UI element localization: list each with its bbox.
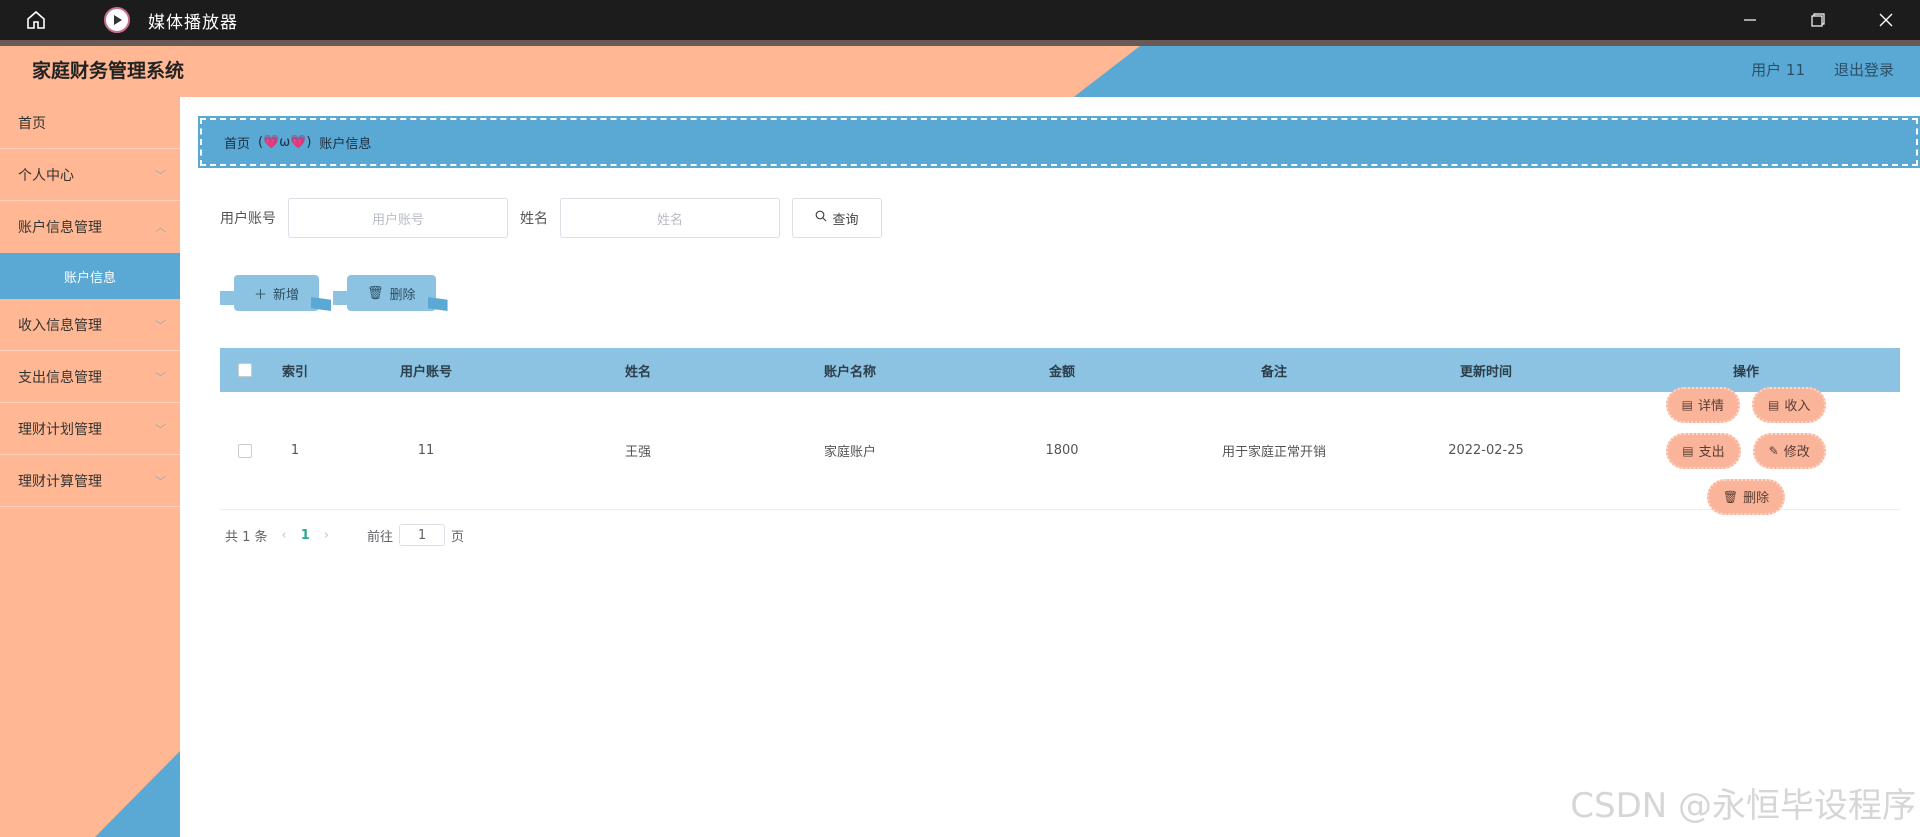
detail-button[interactable]: ▤ 详情 (1665, 386, 1740, 423)
page-suffix: 页 (451, 529, 465, 545)
header-account: 用户账号 (399, 364, 452, 380)
chevron-down-icon: ﹀ (155, 474, 166, 488)
income-button[interactable]: ▤ 收入 (1752, 386, 1827, 423)
chevron-down-icon: ﹀ (155, 318, 166, 332)
name-label: 姓名 (520, 211, 548, 227)
sidebar-item-label: 账户信息管理 (18, 220, 102, 236)
pagination-total: 共 1 条 (225, 529, 268, 545)
restore-button[interactable] (1784, 0, 1852, 40)
system-title: 家庭财务管理系统 (32, 60, 185, 82)
chevron-up-icon: ︿ (155, 221, 166, 234)
sidebar-item-label: 支出信息管理 (18, 369, 102, 386)
toolbar: ＋ 新增 🗑 删除 (220, 275, 450, 311)
add-button[interactable]: ＋ 新增 (220, 275, 332, 311)
row-delete-button-label: 删除 (1743, 491, 1770, 506)
query-button[interactable]: 查询 (792, 198, 882, 238)
sidebar-corner-decoration (95, 751, 180, 837)
chevron-down-icon: ﹀ (155, 422, 166, 436)
account-table: 索引 用户账号 姓名 账户名称 金额 备注 更新时间 操作 1 11 王强 家庭… (220, 348, 1900, 515)
media-player-icon (104, 7, 130, 33)
cell-amount: 1800 (1045, 443, 1079, 458)
expense-button-label: 支出 (1698, 445, 1725, 460)
search-form: 用户账号 用户账号 姓名 姓名 查询 (220, 198, 882, 238)
cell-account: 11 (417, 443, 435, 458)
query-button-label: 查询 (832, 212, 859, 228)
header-note: 备注 (1260, 364, 1287, 380)
chevron-down-icon: ﹀ (155, 168, 166, 182)
cell-note: 用于家庭正常开销 (1221, 445, 1326, 460)
sidebar-subitem-account-info[interactable]: 账户信息 (0, 253, 180, 299)
row-checkbox[interactable] (238, 443, 252, 458)
breadcrumb-separator: (💗ω💗) (258, 134, 312, 150)
cell-name: 王强 (624, 445, 651, 460)
header-index: 索引 (281, 364, 308, 380)
goto-page-input[interactable]: 1 (399, 524, 446, 546)
plus-icon: ＋ (254, 287, 268, 303)
table-row: 1 11 王强 家庭账户 1800 用于家庭正常开销 2022-02-25 ▤ … (220, 386, 1900, 515)
sidebar-item-home[interactable]: 首页 (0, 97, 180, 149)
document-icon: ▤ (1768, 397, 1780, 412)
document-icon: ▤ (1681, 397, 1693, 412)
expense-button[interactable]: ▤ 支出 (1666, 432, 1741, 469)
goto-label: 前往 (367, 529, 394, 545)
watermark: CSDN @永恒毕设程序 (1570, 786, 1916, 826)
page-number[interactable]: 1 (301, 528, 310, 543)
pencil-icon: ✎ (1768, 443, 1779, 458)
account-search-input[interactable]: 用户账号 (288, 198, 508, 238)
breadcrumb-home[interactable]: 首页 (224, 133, 250, 152)
sidebar-item-label: 理财计算管理 (18, 473, 102, 490)
cell-updated: 2022-02-25 (1448, 443, 1524, 458)
app-header: 家庭财务管理系统 用户 11 退出登录 (0, 40, 1920, 97)
sidebar-item-income-management[interactable]: 收入信息管理 ﹀ (0, 299, 180, 351)
detail-button-label: 详情 (1697, 399, 1724, 414)
chevron-right-icon[interactable]: › (324, 528, 329, 543)
current-user: 用户 11 (1751, 61, 1805, 79)
window-titlebar: 媒体播放器 (0, 0, 1920, 40)
sidebar-item-label: 个人中心 (18, 167, 74, 184)
document-icon: ▤ (1682, 443, 1694, 458)
sidebar-item-personal-center[interactable]: 个人中心 ﹀ (0, 149, 180, 201)
breadcrumb: 首页 (💗ω💗) 账户信息 (198, 116, 1920, 168)
sidebar-item-label: 理财计划管理 (18, 421, 102, 438)
sidebar-item-label: 首页 (18, 115, 46, 132)
edit-button[interactable]: ✎ 修改 (1752, 432, 1826, 469)
chevron-left-icon[interactable]: ‹ (282, 528, 287, 543)
header-amount: 金额 (1048, 364, 1075, 380)
income-button-label: 收入 (1784, 399, 1811, 414)
close-button[interactable] (1852, 0, 1920, 40)
chevron-down-icon: ﹀ (155, 370, 166, 384)
sidebar-item-expense-management[interactable]: 支出信息管理 ﹀ (0, 351, 180, 403)
cell-index: 1 (290, 443, 300, 458)
delete-button[interactable]: 🗑 删除 (333, 275, 448, 311)
cell-account-name: 家庭账户 (823, 445, 876, 460)
select-all-checkbox[interactable] (238, 363, 252, 377)
header-name: 姓名 (624, 364, 651, 380)
breadcrumb-current: 账户信息 (319, 136, 372, 152)
logout-link[interactable]: 退出登录 (1834, 59, 1894, 80)
sidebar-item-finance-calc[interactable]: 理财计算管理 ﹀ (0, 455, 180, 507)
name-search-input[interactable]: 姓名 (560, 198, 780, 238)
row-delete-button[interactable]: 🗑 删除 (1706, 478, 1786, 515)
home-icon[interactable] (18, 2, 54, 38)
sidebar-item-finance-plan[interactable]: 理财计划管理 ﹀ (0, 403, 180, 455)
minimize-button[interactable] (1716, 0, 1784, 40)
delete-button-label: 删除 (389, 287, 416, 303)
table-header: 索引 用户账号 姓名 账户名称 金额 备注 更新时间 操作 (220, 348, 1900, 392)
sidebar-item-label: 收入信息管理 (18, 317, 102, 334)
header-operations: 操作 (1732, 364, 1759, 380)
trash-icon: 🗑 (367, 285, 384, 301)
sidebar-item-account-management[interactable]: 账户信息管理 ︿ (0, 201, 180, 253)
edit-button-label: 修改 (1783, 445, 1810, 460)
pagination: 共 1 条 ‹ 1 › 前往 1 页 (225, 524, 464, 546)
search-icon (815, 210, 827, 226)
header-updated: 更新时间 (1459, 364, 1512, 380)
window-title: 媒体播放器 (148, 12, 238, 33)
header-account-name: 账户名称 (823, 364, 876, 380)
sidebar: 首页 个人中心 ﹀ 账户信息管理 ︿ 账户信息 收入信息管理 ﹀ 支出信息管理 … (0, 97, 180, 837)
add-button-label: 新增 (273, 287, 300, 303)
trash-icon: 🗑 (1722, 489, 1739, 504)
account-label: 用户账号 (220, 211, 276, 227)
